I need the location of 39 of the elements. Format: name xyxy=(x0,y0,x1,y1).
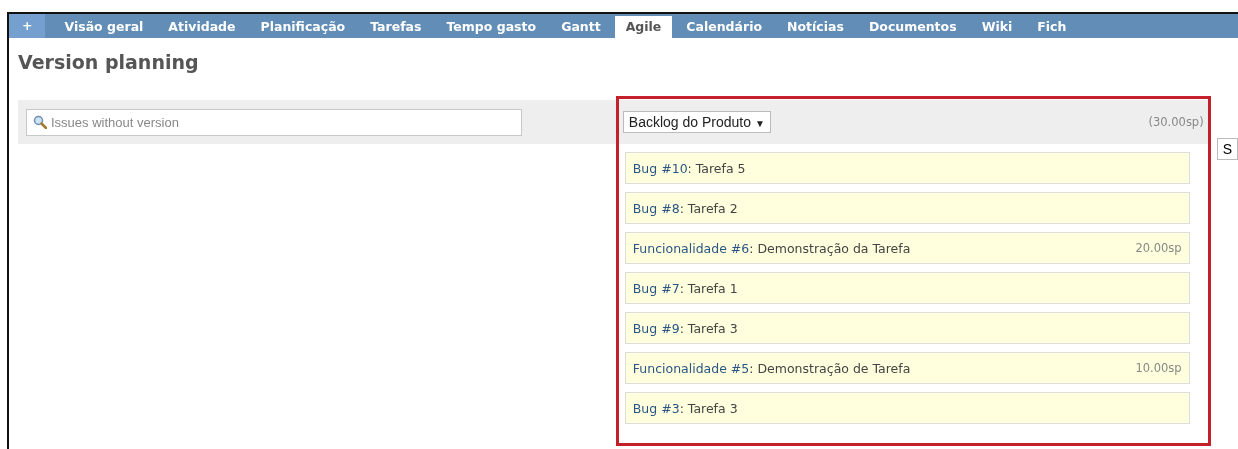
issue-card[interactable]: Bug #10: Tarefa 5 xyxy=(624,152,1190,184)
issue-title: : Tarefa 5 xyxy=(687,160,746,176)
tab[interactable]: Gantt xyxy=(550,16,612,38)
story-points: 10.00sp xyxy=(1135,361,1182,375)
tab[interactable]: Tarefas xyxy=(359,16,433,38)
issue-link[interactable]: Bug #3 xyxy=(632,400,680,416)
issue-title: : Tarefa 3 xyxy=(679,320,738,336)
issue-card[interactable]: Bug #3: Tarefa 3 xyxy=(624,392,1190,424)
issue-card[interactable]: Funcionalidade #5: Demonstração de Tarefa 10.00sp xyxy=(624,352,1190,384)
issue-title: : Demonstração da Tarefa xyxy=(749,240,911,256)
search-field[interactable]: Issues without version xyxy=(26,108,522,136)
tab[interactable]: Notícias xyxy=(776,16,855,38)
version-select[interactable]: S xyxy=(1216,138,1238,160)
issue-title: : Demonstração de Tarefa xyxy=(749,360,911,376)
issue-link[interactable]: Funcionalidade #5 xyxy=(632,360,750,376)
tab[interactable]: Planificação xyxy=(249,16,357,38)
tab[interactable]: Fich xyxy=(1026,16,1078,38)
issue-title: : Tarefa 3 xyxy=(679,400,738,416)
issue-card[interactable]: Bug #8: Tarefa 2 xyxy=(624,192,1190,224)
tab[interactable]: Visão geral xyxy=(53,16,155,38)
tab[interactable]: Calendário xyxy=(675,16,774,38)
issue-card[interactable]: Funcionalidade #6: Demonstração da Tarefa 20.00sp xyxy=(624,232,1190,264)
issue-link[interactable]: Bug #8 xyxy=(632,200,680,216)
page-title: Version planning xyxy=(17,50,200,75)
issue-link[interactable]: Bug #9 xyxy=(632,320,680,336)
issue-card[interactable]: Bug #9: Tarefa 3 xyxy=(624,312,1190,344)
issue-title: : Tarefa 2 xyxy=(679,200,738,216)
tab[interactable]: Wiki xyxy=(970,16,1024,38)
tab[interactable]: Agile xyxy=(614,16,673,38)
version-select[interactable]: Backlog do Produto ▼ xyxy=(622,111,771,133)
issue-link[interactable]: Bug #10 xyxy=(632,160,688,176)
issue-title: : Tarefa 1 xyxy=(679,280,738,296)
total-points: (30.00sp) xyxy=(1148,115,1204,129)
story-points: 20.00sp xyxy=(1135,241,1182,255)
tab[interactable]: Documentos xyxy=(857,16,968,38)
tab[interactable]: Atividade xyxy=(157,16,247,38)
tab[interactable]: Tempo gasto xyxy=(435,16,548,38)
issue-card[interactable]: Bug #7: Tarefa 1 xyxy=(624,272,1190,304)
issue-link[interactable]: Bug #7 xyxy=(632,280,680,296)
